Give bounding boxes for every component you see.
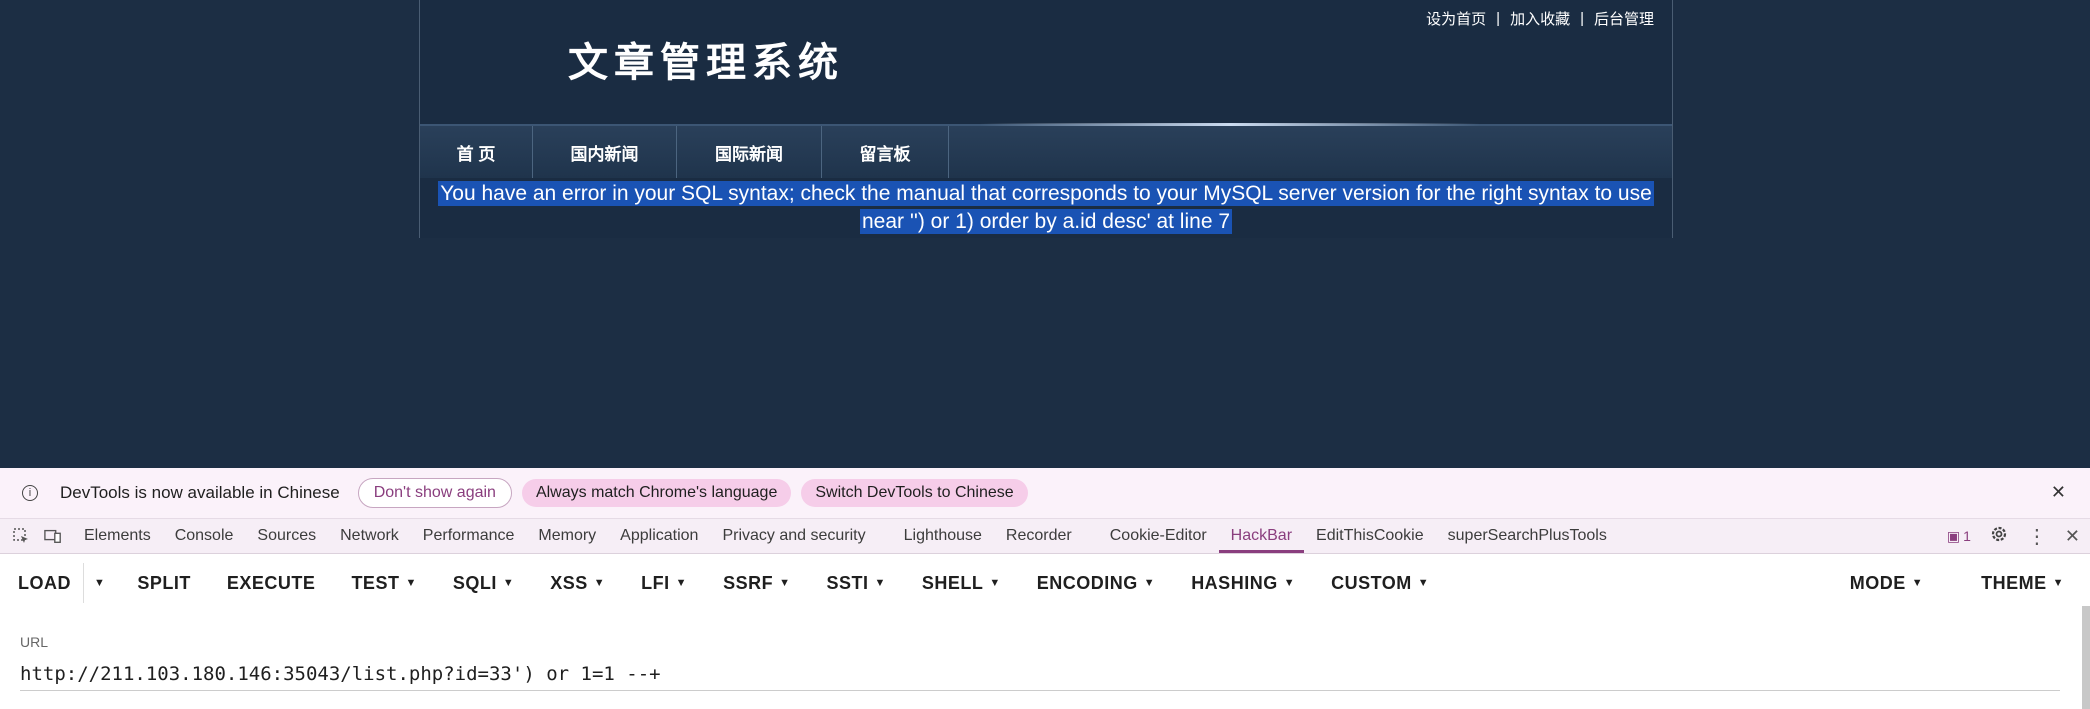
test-label: TEST — [351, 572, 400, 593]
main-nav: 首 页 国内新闻 国际新闻 留言板 — [420, 123, 1672, 178]
language-infobar: i DevTools is now available in Chinese D… — [0, 468, 2090, 519]
tab-hackbar[interactable]: HackBar — [1218, 519, 1305, 553]
lfi-label: LFI — [641, 572, 670, 593]
lfi-menu[interactable]: LFI ▼ — [623, 554, 705, 612]
caret-down-icon: ▼ — [874, 577, 886, 589]
sqli-menu[interactable]: SQLI ▼ — [435, 554, 532, 612]
website-viewport: 文章管理系统 设为首页 | 加入收藏 | 后台管理 首 页 国内新闻 国际新闻 … — [0, 0, 2090, 468]
mode-menu[interactable]: MODE ▼ — [1832, 554, 1963, 612]
tab-privacy-security[interactable]: Privacy and security — [710, 519, 877, 553]
tab-memory[interactable]: Memory — [526, 519, 608, 553]
caret-down-icon: ▼ — [1283, 577, 1296, 589]
nav-item-international-news[interactable]: 国际新闻 — [677, 126, 822, 178]
issue-icon: ▣ — [1946, 527, 1961, 544]
encoding-menu[interactable]: ENCODING ▼ — [1019, 554, 1173, 612]
theme-menu[interactable]: THEME ▼ — [1963, 554, 2090, 612]
admin-link[interactable]: 后台管理 — [1594, 8, 1654, 29]
url-input[interactable] — [20, 658, 2060, 691]
hashing-menu[interactable]: HASHING ▼ — [1173, 554, 1313, 612]
add-favorite-link[interactable]: 加入收藏 — [1510, 8, 1570, 29]
ssrf-menu[interactable]: SSRF ▼ — [705, 554, 808, 612]
site-title: 文章管理系统 — [568, 39, 844, 86]
tab-application[interactable]: Application — [608, 519, 710, 553]
tab-sources[interactable]: Sources — [245, 519, 328, 553]
devtools-tabbar: Elements Console Sources Network Perform… — [0, 519, 2090, 554]
caret-down-icon: ▼ — [989, 577, 1001, 589]
tab-recorder[interactable]: Recorder — [994, 519, 1084, 553]
custom-label: CUSTOM — [1331, 572, 1412, 593]
more-options-icon[interactable]: ⋮ — [2027, 524, 2047, 549]
set-homepage-link[interactable]: 设为首页 — [1426, 8, 1486, 29]
encoding-label: ENCODING — [1036, 572, 1138, 593]
switch-to-chinese-button[interactable]: Switch DevTools to Chinese — [801, 479, 1028, 507]
tab-cookie-editor[interactable]: Cookie-Editor — [1098, 519, 1219, 553]
xss-label: XSS — [550, 572, 588, 593]
close-devtools-icon[interactable]: ✕ — [2065, 526, 2080, 547]
tab-console[interactable]: Console — [163, 519, 246, 553]
split-button[interactable]: SPLIT — [119, 554, 209, 612]
ssti-label: SSTI — [826, 572, 869, 593]
shell-menu[interactable]: SHELL ▼ — [904, 554, 1019, 612]
sql-error-message: You have an error in your SQL syntax; ch… — [420, 180, 1672, 236]
ssti-menu[interactable]: SSTI ▼ — [808, 554, 903, 612]
always-match-language-button[interactable]: Always match Chrome's language — [521, 479, 792, 507]
nav-item-home[interactable]: 首 页 — [420, 126, 533, 178]
caret-down-icon: ▼ — [1417, 577, 1430, 589]
load-dropdown-icon[interactable]: ▼ — [83, 563, 115, 603]
dont-show-again-button[interactable]: Don't show again — [357, 478, 512, 508]
settings-gear-icon[interactable] — [1989, 524, 2009, 549]
url-label: URL — [20, 634, 49, 650]
execute-button[interactable]: EXECUTE — [209, 554, 334, 612]
mode-label: MODE — [1849, 572, 1906, 593]
nav-item-domestic-news[interactable]: 国内新闻 — [533, 126, 677, 178]
issues-badge[interactable]: ▣ 1 — [1947, 528, 1971, 545]
tab-lighthouse[interactable]: Lighthouse — [892, 519, 994, 553]
nav-item-guestbook[interactable]: 留言板 — [822, 126, 949, 178]
devtools-panel: i DevTools is now available in Chinese D… — [0, 468, 2090, 709]
caret-down-icon: ▼ — [779, 577, 791, 589]
tab-network[interactable]: Network — [328, 519, 411, 553]
caret-down-icon: ▼ — [675, 577, 688, 589]
hackbar-toolbar: LOAD ▼ SPLIT EXECUTE TEST ▼ SQLI ▼ XSS ▼ LF… — [0, 554, 2090, 612]
link-separator: | — [1496, 10, 1501, 27]
theme-label: THEME — [1981, 572, 2047, 593]
caret-down-icon: ▼ — [593, 577, 606, 589]
inspect-element-icon[interactable] — [12, 527, 30, 545]
custom-menu[interactable]: CUSTOM ▼ — [1313, 554, 1447, 612]
ssrf-label: SSRF — [723, 572, 774, 593]
infobar-message: DevTools is now available in Chinese — [60, 483, 340, 502]
caret-down-icon: ▼ — [405, 577, 417, 589]
device-toolbar-icon[interactable] — [44, 527, 62, 545]
load-button[interactable]: LOAD — [0, 554, 83, 612]
info-icon: i — [22, 485, 38, 501]
error-line-2: near '') or 1) order by a.id desc' at li… — [859, 209, 1233, 234]
top-links: 设为首页 | 加入收藏 | 后台管理 — [1426, 8, 1654, 29]
scrollbar[interactable] — [2082, 606, 2090, 709]
caret-down-icon: ▼ — [2052, 577, 2064, 589]
test-menu[interactable]: TEST ▼ — [333, 554, 434, 612]
link-separator: | — [1580, 10, 1584, 27]
issues-count: 1 — [1963, 528, 1971, 544]
site-container: 文章管理系统 设为首页 | 加入收藏 | 后台管理 首 页 国内新闻 国际新闻 … — [419, 0, 1673, 238]
sqli-label: SQLI — [452, 572, 497, 593]
tab-performance[interactable]: Performance — [411, 519, 527, 553]
caret-down-icon: ▼ — [1143, 577, 1156, 589]
tab-supersearchplustools[interactable]: superSearchPlusTools — [1436, 519, 1619, 553]
close-icon[interactable]: ✕ — [2051, 482, 2066, 503]
shell-label: SHELL — [921, 572, 984, 593]
xss-menu[interactable]: XSS ▼ — [532, 554, 623, 612]
nav-highlight — [980, 123, 1480, 126]
tab-editthiscookie[interactable]: EditThisCookie — [1304, 519, 1436, 553]
caret-down-icon: ▼ — [502, 577, 515, 589]
tab-elements[interactable]: Elements — [72, 519, 163, 553]
hashing-label: HASHING — [1191, 572, 1278, 593]
error-line-1: You have an error in your SQL syntax; ch… — [438, 181, 1654, 206]
caret-down-icon: ▼ — [1911, 577, 1924, 589]
